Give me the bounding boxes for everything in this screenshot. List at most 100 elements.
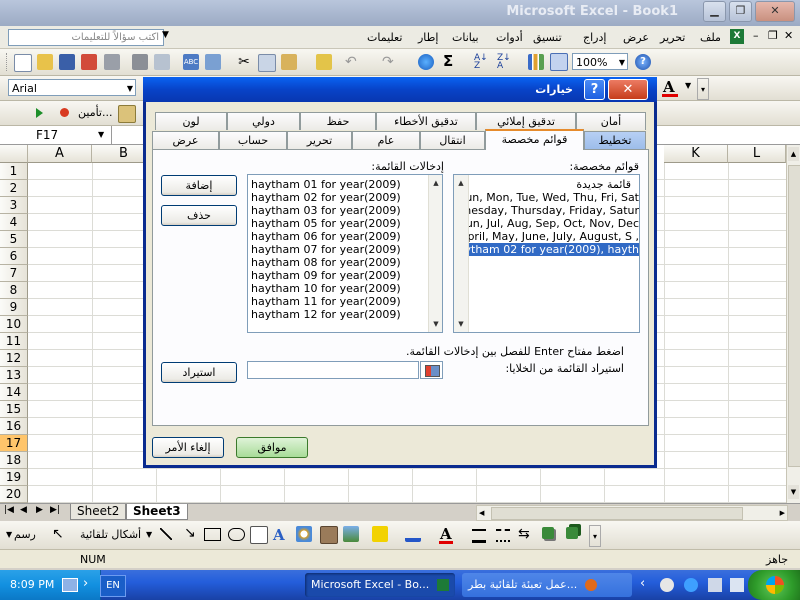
rectangle-icon[interactable] <box>204 528 221 541</box>
chart-wizard-icon[interactable] <box>528 54 544 70</box>
minimize-button[interactable]: ▁ <box>703 1 726 22</box>
list-entry-item[interactable]: haytham 07 for year(2009) <box>249 243 425 256</box>
list-entry-item[interactable]: haytham 02 for year(2009) <box>249 191 425 204</box>
select-objects-icon[interactable]: ↖ <box>52 526 64 542</box>
row-header[interactable]: 15 <box>0 401 28 418</box>
last-sheet-icon[interactable]: ▶| <box>50 505 60 515</box>
row-header[interactable]: 19 <box>0 469 28 486</box>
delete-button[interactable]: حذف <box>161 205 237 226</box>
row-header[interactable]: 12 <box>0 350 28 367</box>
run-macro-icon[interactable] <box>36 108 43 118</box>
column-header[interactable]: K <box>664 145 728 163</box>
custom-lists-scrollbar[interactable]: ▲ ▼ <box>454 175 469 332</box>
custom-list-item[interactable]: قائمة جديدة <box>469 178 639 191</box>
spelling-icon[interactable]: ABC <box>183 54 199 70</box>
clock[interactable]: 8:09 PM <box>10 578 54 591</box>
tab-save[interactable]: حفظ <box>300 112 376 130</box>
scroll-right-arrow-icon[interactable]: ▶ <box>780 506 785 520</box>
print-preview-icon[interactable] <box>154 54 170 70</box>
autosum-icon[interactable]: Σ <box>443 53 459 69</box>
permission-icon[interactable] <box>81 54 97 70</box>
menu-edit[interactable]: تحرير <box>660 31 685 44</box>
sort-descending-icon[interactable]: Z↓ A <box>497 54 513 71</box>
list-entries-textbox[interactable]: haytham 01 for year(2009) haytham 02 for … <box>247 174 443 333</box>
column-header[interactable]: L <box>728 145 786 163</box>
row-header[interactable]: 5 <box>0 231 28 248</box>
restore-button[interactable]: ❐ <box>729 1 752 22</box>
list-entry-item[interactable]: haytham 03 for year(2009) <box>249 204 425 217</box>
scroll-up-arrow-icon[interactable]: ▲ <box>788 147 799 161</box>
custom-list-item[interactable]: ednesday, Thursday, Friday, Satur <box>469 204 639 217</box>
menu-window[interactable]: إطار <box>418 31 438 44</box>
quicklaunch-expand-icon[interactable]: ‹ <box>640 576 645 591</box>
quicklaunch-explorer-icon[interactable] <box>730 578 744 592</box>
row-header[interactable]: 17 <box>0 435 28 452</box>
help-icon[interactable]: ? <box>635 54 651 70</box>
row-header[interactable]: 7 <box>0 265 28 282</box>
custom-list-item[interactable]: Jun, Jul, Aug, Sep, Oct, Nov, Dec <box>469 217 639 230</box>
new-icon[interactable] <box>14 54 32 72</box>
menu-help[interactable]: تعليمات <box>367 31 402 44</box>
draw-menu-button[interactable]: رسم <box>14 528 36 541</box>
select-all-corner[interactable] <box>0 145 28 163</box>
email-icon[interactable] <box>104 54 120 70</box>
doc-restore-icon[interactable]: ❐ <box>768 29 778 42</box>
network-icon[interactable] <box>62 578 78 592</box>
sheet-tab-sheet2[interactable]: Sheet2 <box>70 504 127 520</box>
hyperlink-icon[interactable] <box>418 54 434 70</box>
tab-color[interactable]: لون <box>155 112 227 130</box>
language-indicator[interactable]: EN <box>100 575 126 597</box>
window-close-button[interactable]: ✕ <box>755 1 795 22</box>
undo-icon[interactable]: ↶ <box>345 54 361 70</box>
list-entry-item[interactable]: haytham 09 for year(2009) <box>249 269 425 282</box>
record-macro-icon[interactable] <box>60 108 69 117</box>
collapse-dialog-button[interactable] <box>420 361 443 379</box>
ok-button[interactable]: موافق <box>236 437 308 458</box>
list-entry-item[interactable]: haytham 11 for year(2009) <box>249 295 425 308</box>
line-color-icon[interactable] <box>405 526 421 542</box>
row-header[interactable]: 20 <box>0 486 28 503</box>
oval-icon[interactable] <box>228 528 245 541</box>
list-entry-item[interactable]: haytham 10 for year(2009) <box>249 282 425 295</box>
dash-style-icon[interactable] <box>496 529 510 542</box>
sheet-tab-sheet3[interactable]: Sheet3 <box>126 504 188 520</box>
diagram-icon[interactable] <box>296 526 312 542</box>
row-header[interactable]: 16 <box>0 418 28 435</box>
research-icon[interactable] <box>205 54 221 70</box>
list-entries-scroll-up-icon[interactable]: ▲ <box>429 177 442 189</box>
custom-list-item[interactable]: , April, May, June, July, August, S <box>469 230 639 243</box>
dialog-help-button[interactable]: ? <box>584 79 605 100</box>
tab-calculation[interactable]: حساب <box>219 131 287 149</box>
custom-lists-scroll-down-icon[interactable]: ▼ <box>454 318 468 330</box>
import-range-input[interactable] <box>247 361 419 379</box>
menu-file[interactable]: ملف <box>700 31 721 44</box>
font-name-combo[interactable]: Arial ▼ <box>8 79 136 96</box>
prev-sheet-icon[interactable]: ◀ <box>20 505 27 515</box>
first-sheet-icon[interactable]: |◀ <box>4 505 14 515</box>
vertical-scrollbar[interactable]: ▲ ▼ <box>786 145 800 503</box>
row-header[interactable]: 10 <box>0 316 28 333</box>
arrow-icon[interactable]: ↘ <box>184 525 196 541</box>
vertical-scroll-thumb[interactable] <box>788 165 800 467</box>
list-entry-item[interactable]: haytham 06 for year(2009) <box>249 230 425 243</box>
ask-question-box[interactable]: اكتب سؤالاً للتعليمات <box>8 29 164 46</box>
tab-international[interactable]: دولي <box>227 112 300 130</box>
redo-icon[interactable]: ↷ <box>382 54 398 70</box>
security-button[interactable]: تأمين... <box>78 106 113 119</box>
row-header[interactable]: 6 <box>0 248 28 265</box>
toolbar-options-icon[interactable]: ▾ <box>697 78 709 100</box>
font-color-dropdown-icon[interactable]: ▼ <box>685 81 691 90</box>
row-header[interactable]: 13 <box>0 367 28 384</box>
sort-ascending-icon[interactable]: A↓ Z <box>474 54 490 71</box>
line-icon[interactable] <box>160 528 172 540</box>
row-header[interactable]: 9 <box>0 299 28 316</box>
name-box[interactable]: F17 <box>0 126 112 144</box>
tab-transition[interactable]: انتقال <box>420 131 485 149</box>
import-button[interactable]: استيراد <box>161 362 237 383</box>
row-header[interactable]: 2 <box>0 180 28 197</box>
column-header[interactable]: A <box>28 145 92 163</box>
ask-dropdown-icon[interactable]: ▼ <box>162 30 169 40</box>
tab-chart[interactable]: تخطيط <box>584 131 646 149</box>
row-header[interactable]: 4 <box>0 214 28 231</box>
row-header[interactable]: 11 <box>0 333 28 350</box>
